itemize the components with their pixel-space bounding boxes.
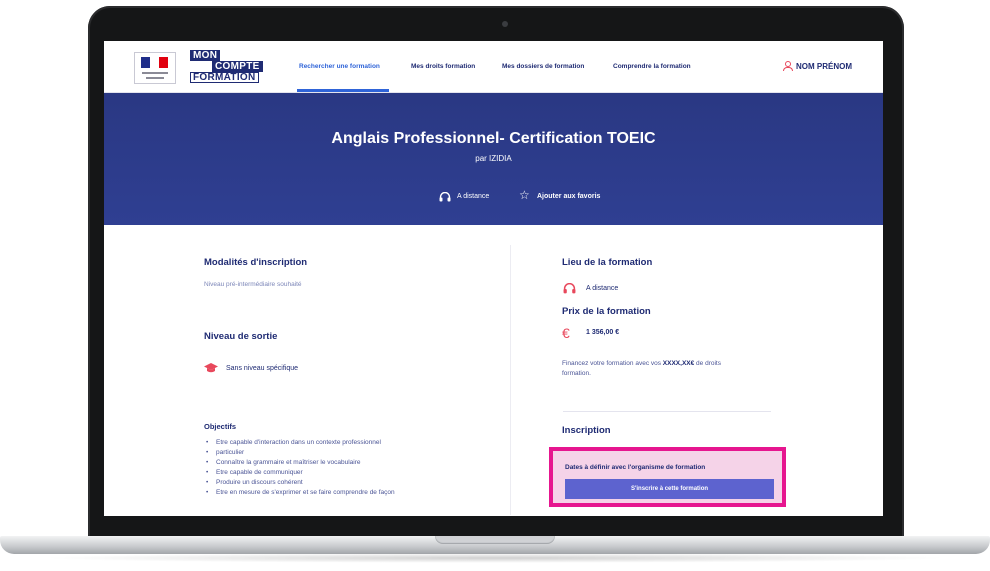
objectives-title: Objectifs xyxy=(204,422,237,431)
nav-mes-dossiers[interactable]: Mes dossiers de formation xyxy=(502,63,584,70)
laptop-screen: MON COMPTE FORMATION Rechercher une form… xyxy=(104,41,883,516)
inscription-title: Inscription xyxy=(562,425,611,436)
course-details: Modalités d'inscription Niveau pré-inter… xyxy=(104,225,883,516)
user-icon xyxy=(783,61,793,71)
inscription-modalities-text: Niveau pré-intermédiaire souhaité xyxy=(204,281,302,288)
column-divider xyxy=(510,245,511,515)
finance-text: Financez votre formation avec vos xyxy=(562,360,663,367)
price-value: 1 356,00 € xyxy=(586,329,620,336)
nav-rechercher-formation[interactable]: Rechercher une formation xyxy=(299,63,380,70)
section-divider xyxy=(563,411,771,412)
star-icon[interactable]: ☆ xyxy=(519,189,530,201)
nav-active-indicator xyxy=(297,89,389,92)
page-title: Anglais Professionnel- Certification TOE… xyxy=(331,130,656,147)
add-favorite-link[interactable]: Ajouter aux favoris xyxy=(537,193,600,200)
finance-note: Financez votre formation avec vos XXXX,X… xyxy=(562,359,782,379)
objectives-list: Etre capable d'interaction dans un conte… xyxy=(204,438,464,498)
logo-line1: MON xyxy=(190,50,221,61)
logo-line3: FORMATION xyxy=(190,72,259,83)
exit-level-text: Sans niveau spécifique xyxy=(226,365,298,372)
location-title: Lieu de la formation xyxy=(562,257,653,268)
price-title: Prix de la formation xyxy=(562,306,651,317)
logo-line2: COMPTE xyxy=(212,61,263,72)
location-text: A distance xyxy=(586,285,619,292)
objective-item: Etre en mesure de s'exprimer et se faire… xyxy=(204,488,464,498)
nav-mes-droits[interactable]: Mes droits formation xyxy=(411,63,475,70)
camera-icon xyxy=(502,21,508,27)
enroll-button[interactable]: S'inscrire à cette formation xyxy=(565,479,774,499)
user-menu[interactable]: NOM PRÉNOM xyxy=(783,61,852,71)
laptop-notch xyxy=(435,536,555,544)
republique-francaise-logo xyxy=(134,52,176,84)
provider-label: par IZIDIA xyxy=(475,154,512,163)
objective-item: Connaître la grammaire et maîtriser le v… xyxy=(204,458,464,468)
inscription-highlight-box: Dates à définir avec l'organisme de form… xyxy=(549,447,786,507)
finance-amount: XXXX,XX€ xyxy=(662,360,695,367)
objective-item: Etre capable de communiquer xyxy=(204,468,464,478)
objective-item: Produire un discours cohérent xyxy=(204,478,464,488)
hero-banner: Anglais Professionnel- Certification TOE… xyxy=(104,93,883,225)
inscription-modalities-title: Modalités d'inscription xyxy=(204,257,308,268)
header: MON COMPTE FORMATION Rechercher une form… xyxy=(104,41,883,93)
mon-compte-formation-logo[interactable]: MON COMPTE FORMATION xyxy=(190,50,264,84)
user-name: NOM PRÉNOM xyxy=(796,62,852,71)
finance-text-end: de droits xyxy=(694,360,721,367)
nav-comprendre[interactable]: Comprendre la formation xyxy=(613,63,691,70)
graduation-cap-icon xyxy=(204,363,218,373)
exit-level-title: Niveau de sortie xyxy=(204,331,278,342)
objective-item-continued: particulier xyxy=(204,448,464,458)
dates-text: Dates à définir avec l'organisme de form… xyxy=(565,464,706,471)
mode-label: A distance xyxy=(457,193,490,200)
objective-item: Etre capable d'interaction dans un conte… xyxy=(204,438,464,448)
headphones-icon xyxy=(563,283,576,294)
finance-text-line2: formation. xyxy=(562,370,591,377)
headphones-icon xyxy=(439,192,451,202)
euro-icon: € xyxy=(562,325,570,341)
laptop-shadow xyxy=(40,553,950,563)
